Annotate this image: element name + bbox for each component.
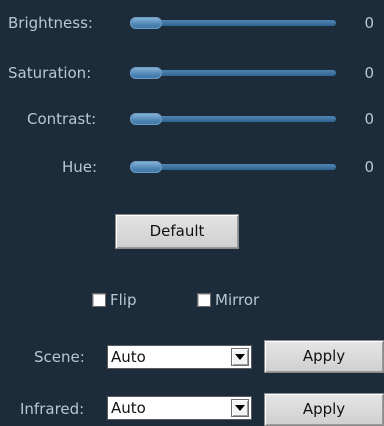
flip-checkbox[interactable] [92, 293, 106, 307]
hue-value: 0 [364, 158, 374, 176]
infrared-select-value: Auto [111, 399, 146, 417]
flip-option[interactable]: Flip [92, 290, 136, 310]
brightness-label: Brightness: [8, 14, 93, 32]
infrared-select[interactable]: Auto [107, 396, 252, 420]
mirror-option[interactable]: Mirror [197, 290, 259, 310]
hue-slider-thumb[interactable] [130, 161, 162, 173]
hue-label: Hue: [62, 158, 98, 176]
contrast-label: Contrast: [27, 110, 97, 128]
scene-label: Scene: [34, 348, 85, 366]
saturation-slider-thumb[interactable] [130, 67, 162, 79]
saturation-label: Saturation: [8, 64, 92, 82]
infrared-apply-button[interactable]: Apply [264, 393, 384, 426]
scene-select-value: Auto [111, 348, 146, 366]
contrast-slider-thumb[interactable] [130, 113, 162, 125]
hue-row: Hue: 0 [0, 152, 384, 182]
default-button[interactable]: Default [115, 214, 239, 249]
contrast-row: Contrast: 0 [0, 104, 384, 134]
chevron-down-icon[interactable] [231, 348, 249, 366]
infrared-label: Infrared: [20, 400, 85, 418]
saturation-value: 0 [364, 64, 374, 82]
saturation-row: Saturation: 0 [0, 58, 384, 88]
mirror-label: Mirror [215, 291, 260, 309]
scene-select[interactable]: Auto [107, 345, 252, 369]
flip-label: Flip [110, 291, 137, 309]
brightness-row: Brightness: 0 [0, 8, 384, 38]
brightness-value: 0 [364, 14, 374, 32]
mirror-checkbox[interactable] [197, 293, 211, 307]
brightness-slider-thumb[interactable] [130, 17, 162, 29]
chevron-down-icon[interactable] [231, 399, 249, 417]
contrast-value: 0 [364, 110, 374, 128]
scene-apply-button[interactable]: Apply [264, 340, 384, 373]
